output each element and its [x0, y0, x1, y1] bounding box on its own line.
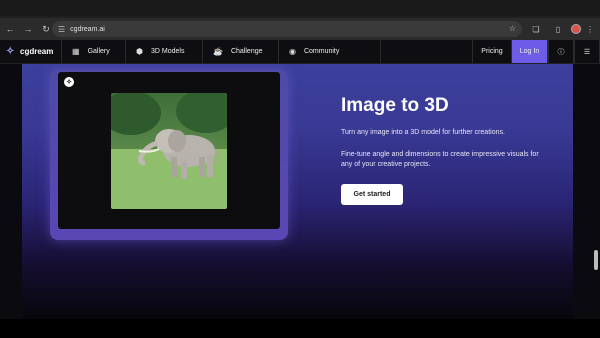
browser-toolbar: ← → ↻ ☰ cgdream.ai ☆ ❏ ▯ ⋮ [0, 18, 600, 40]
nav-pricing[interactable]: Pricing [472, 40, 512, 63]
browser-chrome: ← → ↻ ☰ cgdream.ai ☆ ❏ ▯ ⋮ [0, 0, 600, 40]
help-icon[interactable]: ⓘ [548, 40, 574, 63]
elephant-illustration [111, 93, 227, 209]
hero-description-1: Turn any image into a 3D model for furth… [341, 129, 505, 136]
nav-community-label: Community [303, 48, 340, 55]
scrollbar-thumb[interactable] [594, 250, 598, 270]
extensions-icon[interactable]: ❏ [528, 21, 544, 37]
page-gutter-right [573, 64, 600, 319]
address-bar[interactable]: ☰ cgdream.ai ☆ [52, 21, 522, 37]
kebab-menu-icon[interactable]: ⋮ [582, 21, 598, 37]
forward-icon[interactable]: → [20, 21, 36, 37]
hamburger-menu-icon[interactable]: ☰ [574, 40, 600, 63]
star-icon[interactable]: ☆ [509, 24, 516, 33]
trophy-icon: ☕ [213, 47, 223, 56]
cgdream-badge-icon: ✧ [64, 77, 74, 87]
preview-card: ✧ [50, 70, 288, 240]
url-text: cgdream.ai [70, 25, 105, 33]
sidepanel-icon[interactable]: ▯ [550, 21, 566, 37]
nav-3d-models-label: 3D Models [150, 48, 185, 55]
page-bottom [0, 319, 600, 338]
hero-section: ✧ Image to 3D Turn any image into a 3D m… [0, 64, 600, 319]
hero-description-2: Fine-tune angle and dimensions to create… [341, 151, 539, 168]
login-button[interactable]: Log In [512, 40, 548, 63]
preview-panel: ✧ [58, 72, 280, 229]
nav-gallery[interactable]: ▦ Gallery [62, 40, 126, 63]
cgdream-logo-icon: ✧ [6, 45, 15, 57]
nav-community[interactable]: ◉ Community [279, 40, 381, 63]
get-started-button[interactable]: Get started [341, 184, 403, 205]
nav-challenge-label: Challenge [230, 48, 263, 55]
brand-logo[interactable]: ✧ cgdream [0, 40, 62, 63]
site-navbar: ✧ cgdream ▦ Gallery ⬢ 3D Models ☕ Challe… [0, 40, 600, 64]
tab-strip [0, 0, 600, 16]
back-icon[interactable]: ← [2, 21, 18, 37]
nav-challenge[interactable]: ☕ Challenge [203, 40, 279, 63]
elephant-image [111, 93, 227, 209]
brand-name: cgdream [20, 47, 54, 56]
hero-title: Image to 3D [341, 95, 449, 116]
tune-icon[interactable]: ☰ [58, 25, 65, 34]
nav-3d-models[interactable]: ⬢ 3D Models [126, 40, 203, 63]
grid-icon: ▦ [72, 47, 80, 56]
discord-icon: ◉ [289, 47, 296, 56]
page-gutter-left [0, 64, 22, 319]
nav-gallery-label: Gallery [87, 48, 110, 55]
cube-icon: ⬢ [136, 47, 143, 56]
